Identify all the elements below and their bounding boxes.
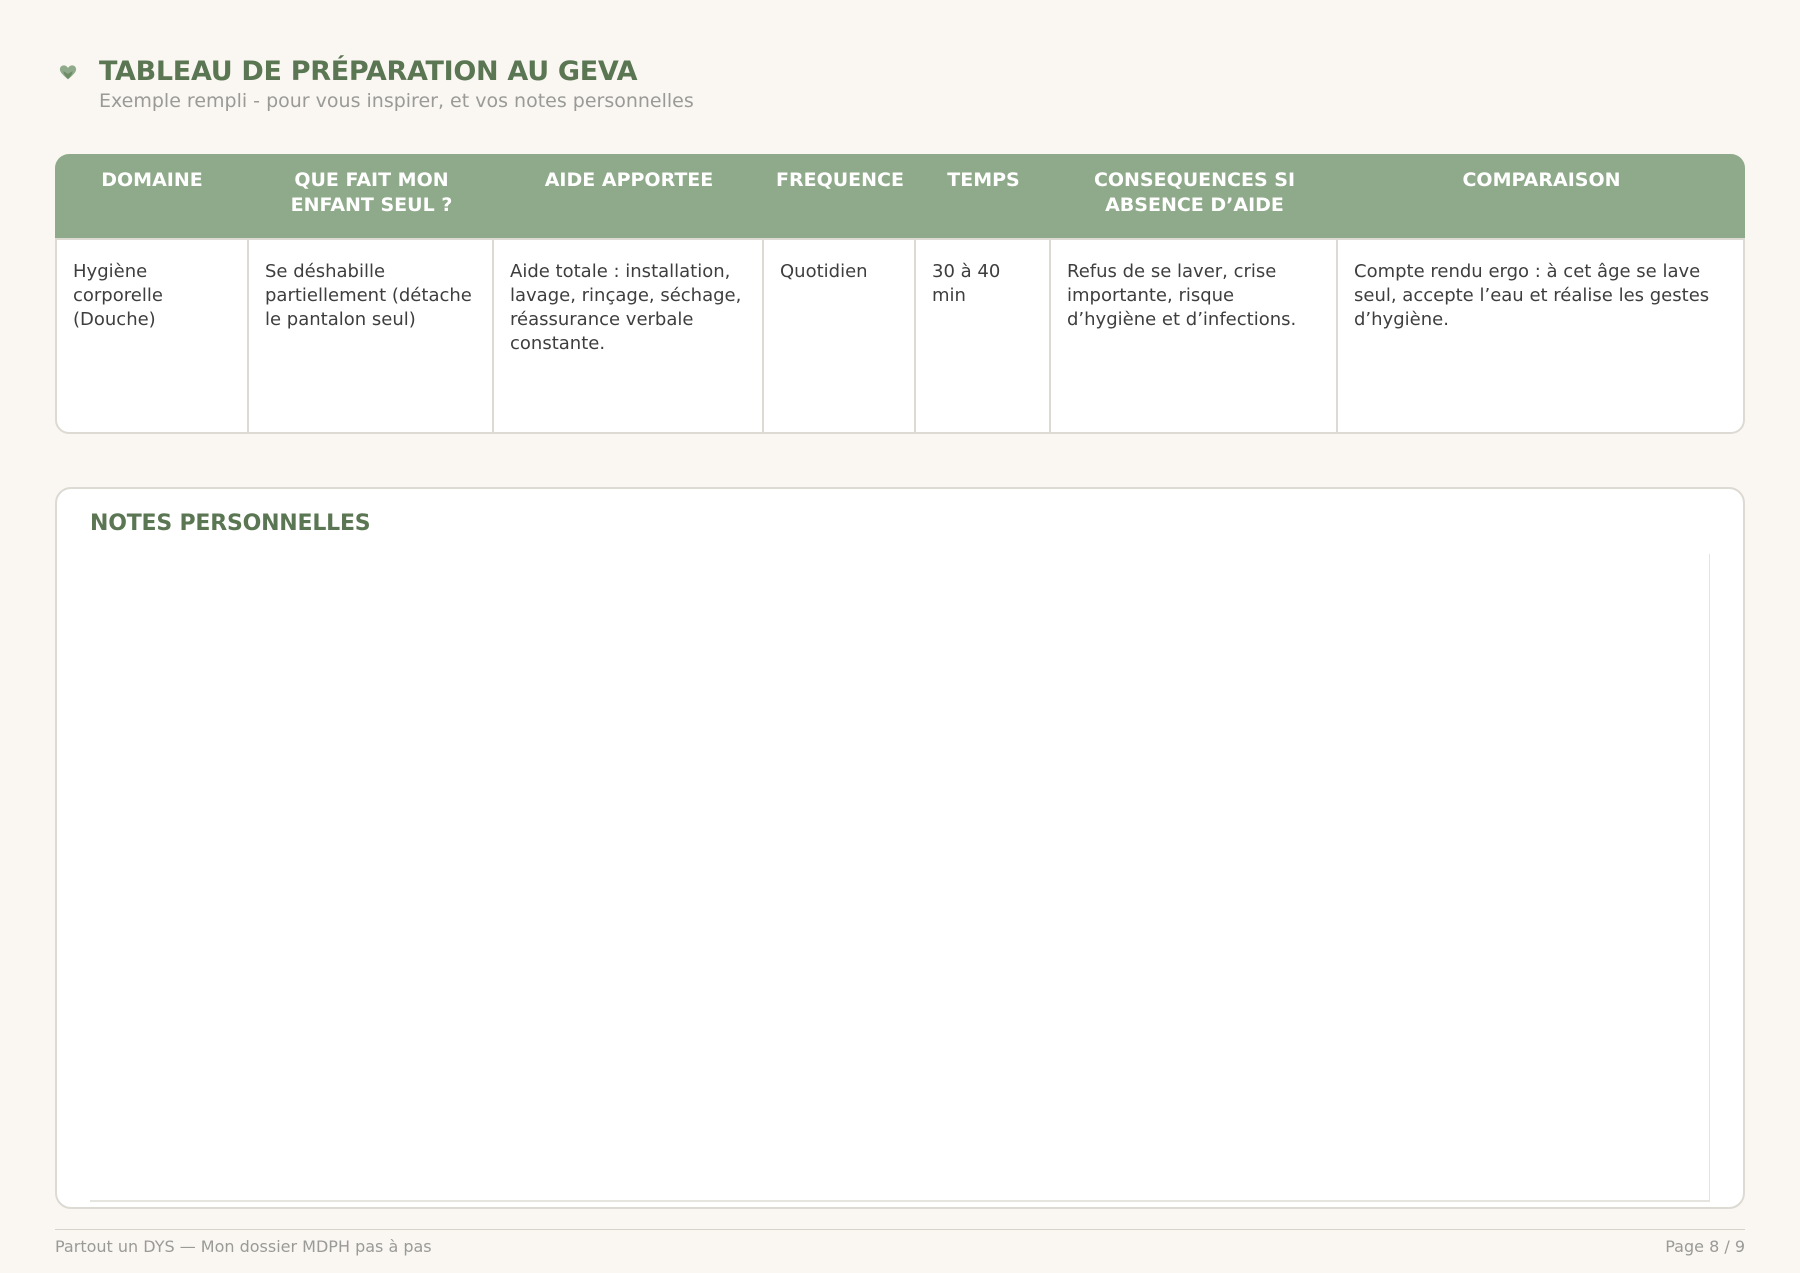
table-cell: Hygiène corporelle (Douche)	[55, 238, 249, 434]
table-cell: Refus de se laver, crise importante, ris…	[1051, 238, 1338, 434]
page-subtitle: Exemple rempli - pour vous inspirer, et …	[99, 90, 694, 112]
notes-panel: NOTES PERSONNELLES	[55, 487, 1745, 1209]
column-header: QUE FAIT MON ENFANT SEUL ?	[249, 154, 494, 238]
column-header: COMPARAISON	[1338, 154, 1745, 238]
column-header: DOMAINE	[55, 154, 249, 238]
table-cell: Se déshabille partiellement (détache le …	[249, 238, 494, 434]
footer-divider	[55, 1229, 1745, 1230]
footer-text: Partout un DYS — Mon dossier MDPH pas à …	[55, 1237, 432, 1256]
table-row: Hygiène corporelle (Douche) Se déshabill…	[55, 238, 1745, 434]
column-header: FREQUENCE	[764, 154, 916, 238]
table-header-row: DOMAINE QUE FAIT MON ENFANT SEUL ? AIDE …	[55, 154, 1745, 238]
heart-icon	[59, 65, 77, 80]
table-cell: 30 à 40 min	[916, 238, 1051, 434]
table-cell: Aide totale : installation, lavage, rinç…	[494, 238, 764, 434]
notes-title: NOTES PERSONNELLES	[90, 511, 371, 536]
column-header: AIDE APPORTEE	[494, 154, 764, 238]
table-cell: Compte rendu ergo : à cet âge se lave se…	[1338, 238, 1745, 434]
column-header: TEMPS	[916, 154, 1051, 238]
table-cell: Quotidien	[764, 238, 916, 434]
column-header: CONSEQUENCES SI ABSENCE D’AIDE	[1051, 154, 1338, 238]
page-number: Page 8 / 9	[1665, 1237, 1745, 1256]
notes-area[interactable]	[90, 554, 1710, 1202]
geva-table: DOMAINE QUE FAIT MON ENFANT SEUL ? AIDE …	[55, 154, 1745, 434]
page-title: TABLEAU DE PRÉPARATION AU GEVA	[99, 56, 638, 87]
